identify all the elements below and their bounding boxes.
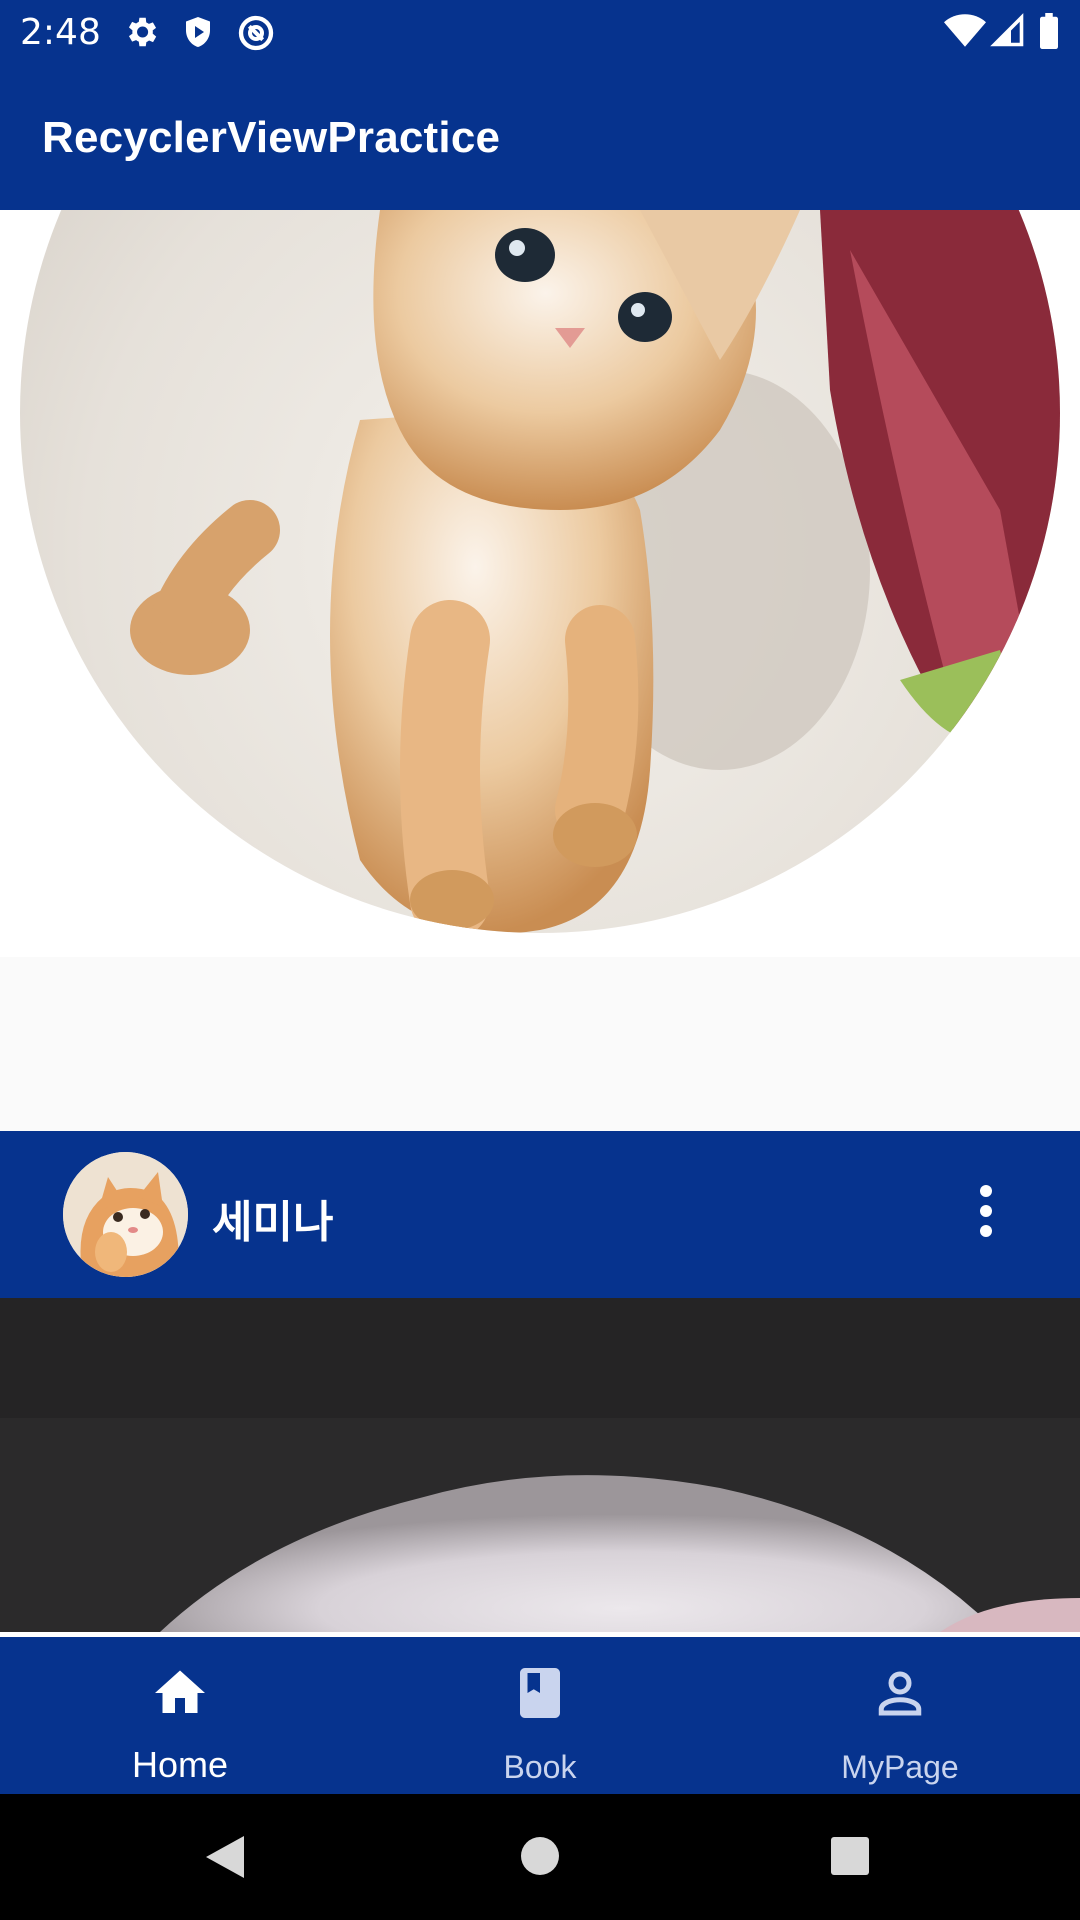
- shield-play-icon: [180, 13, 216, 56]
- avatar[interactable]: [63, 1152, 188, 1277]
- post-image[interactable]: [0, 1298, 1080, 1632]
- status-bar: 2:48: [0, 0, 1080, 63]
- home-circle-icon[interactable]: [520, 1836, 560, 1881]
- battery-icon: [1038, 13, 1060, 54]
- home-icon: [150, 1663, 210, 1723]
- author-name: 세미나: [212, 1197, 334, 1248]
- nav-item-book[interactable]: Book: [360, 1637, 720, 1794]
- wifi-icon: [944, 13, 986, 54]
- post-image[interactable]: [0, 210, 1080, 957]
- at-sign-icon: [236, 13, 276, 58]
- more-options-button[interactable]: [964, 1175, 1008, 1255]
- nav-label-home: Home: [131, 1744, 229, 1785]
- settings-icon: [122, 13, 160, 56]
- person-icon: [870, 1663, 930, 1723]
- system-navigation-bar: [0, 1794, 1080, 1920]
- app-bar: RecyclerViewPractice: [0, 63, 1080, 210]
- nav-item-mypage[interactable]: MyPage: [720, 1637, 1080, 1794]
- recents-icon[interactable]: [830, 1836, 870, 1881]
- app-title: RecyclerViewPractice: [42, 113, 501, 162]
- status-time: 2:48: [20, 12, 101, 53]
- cell-signal-icon: [990, 13, 1026, 54]
- cat-avatar-icon: [63, 1152, 188, 1277]
- nav-label-mypage: MyPage: [841, 1749, 959, 1785]
- book-icon: [510, 1663, 570, 1723]
- more-vert-icon: [980, 1185, 992, 1237]
- screen: 2:48 RecyclerViewPractice 세미나 Home Book …: [0, 0, 1080, 1920]
- nav-label-book: Book: [503, 1749, 577, 1785]
- nav-item-home[interactable]: Home: [0, 1637, 360, 1794]
- post-header: 세미나: [0, 1131, 1080, 1298]
- bottom-navigation: Home Book MyPage: [0, 1637, 1080, 1794]
- feed-spacer: [0, 957, 1080, 1130]
- cat-photo: [0, 210, 1080, 957]
- back-icon[interactable]: [204, 1834, 246, 1885]
- cat-photo: [0, 1298, 1080, 1632]
